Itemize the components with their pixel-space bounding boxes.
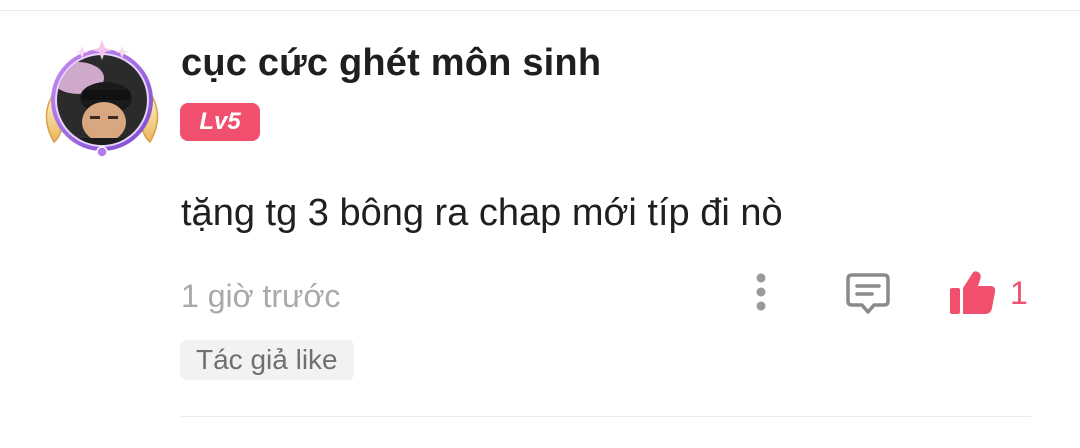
- bottom-divider: [181, 416, 1031, 417]
- avatar[interactable]: [38, 38, 166, 160]
- more-vertical-icon: [756, 273, 766, 311]
- avatar-frame-icon: [45, 40, 159, 158]
- reply-button[interactable]: [840, 268, 896, 320]
- like-button[interactable]: 1: [948, 266, 1038, 320]
- username[interactable]: cục cức ghét môn sinh: [181, 42, 601, 85]
- more-options-button[interactable]: [742, 270, 780, 314]
- timestamp: 1 giờ trước: [181, 278, 341, 314]
- level-badge: Lv5: [180, 103, 260, 141]
- comment-item: cục cức ghét môn sinh Lv5 tặng tg 3 bông…: [0, 0, 1080, 448]
- comment-text: tặng tg 3 bông ra chap mới típ đi nò: [181, 192, 783, 234]
- like-count: 1: [1010, 274, 1028, 311]
- thumbs-up-icon: [950, 271, 996, 314]
- comment-icon: [846, 273, 890, 314]
- author-like-tag: Tác giả like: [180, 340, 354, 380]
